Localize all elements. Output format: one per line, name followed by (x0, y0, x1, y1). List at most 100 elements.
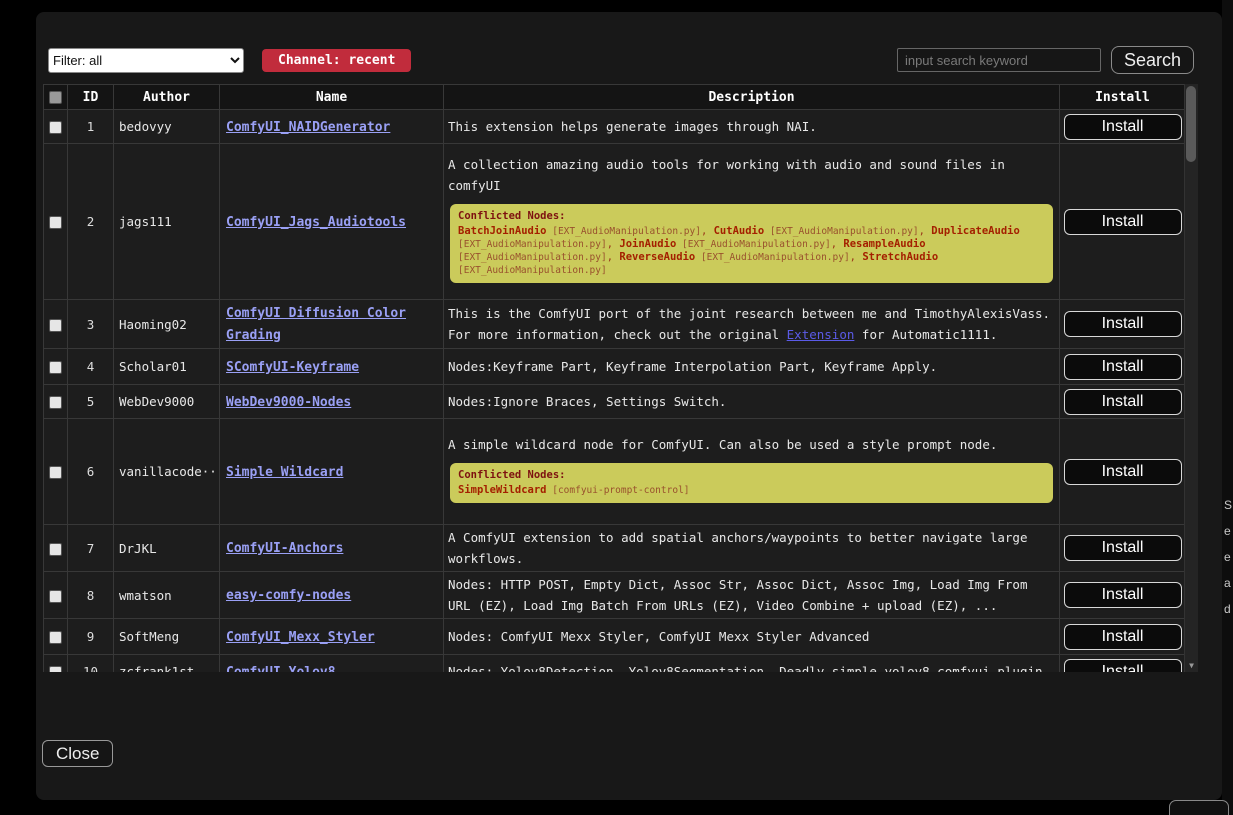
row-install-cell: Install (1060, 110, 1186, 144)
install-button[interactable]: Install (1064, 389, 1182, 415)
row-name-cell: ComfyUI_Jags_Audiotools (220, 144, 444, 300)
row-checkbox[interactable] (49, 466, 62, 479)
row-author: zcfrank1st (114, 655, 220, 673)
table-row: 3Haoming02ComfyUI Diffusion Color Gradin… (44, 300, 1186, 349)
node-name-link[interactable]: ComfyUI-Anchors (226, 541, 343, 556)
node-name-link[interactable]: SComfyUI-Keyframe (226, 360, 359, 375)
row-name-cell: easy-comfy-nodes (220, 572, 444, 619)
conflict-node-name: StretchAudio (862, 251, 938, 263)
background-ui-strip: S e e a d (1222, 0, 1233, 815)
conflict-node-name: JoinAudio (619, 238, 676, 250)
row-id: 5 (68, 385, 114, 419)
row-name-cell: ComfyUI_Mexx_Styler (220, 619, 444, 655)
description-text: A ComfyUI extension to add spatial ancho… (448, 527, 1055, 569)
row-checkbox[interactable] (49, 396, 62, 409)
row-checkbox[interactable] (49, 543, 62, 556)
conflict-node-ext: [EXT_AudioManipulation.py] (764, 226, 918, 237)
table-row: 9SoftMeng ComfyUI_Mexx_Styler Nodes: Comfy… (44, 619, 1186, 655)
install-button[interactable]: Install (1064, 354, 1182, 380)
close-button[interactable]: Close (42, 740, 113, 767)
node-name-link[interactable]: easy-comfy-nodes (226, 588, 351, 603)
column-header-name: Name (220, 85, 444, 110)
scroll-down-arrow[interactable]: ▼ (1185, 661, 1198, 671)
background-text-fragment: d (1224, 602, 1231, 616)
search-button[interactable]: Search (1111, 46, 1194, 74)
row-install-cell: Install (1060, 300, 1186, 349)
row-install-cell: Install (1060, 655, 1186, 673)
channel-badge[interactable]: Channel: recent (262, 49, 411, 72)
toolbar: Filter: all Channel: recent Search (48, 45, 1194, 75)
table-header-row: ID Author Name Description Install (44, 85, 1186, 110)
row-install-cell: Install (1060, 619, 1186, 655)
row-install-cell: Install (1060, 572, 1186, 619)
install-button[interactable]: Install (1064, 209, 1182, 235)
description-text: Nodes:Keyframe Part, Keyframe Interpolat… (448, 356, 1055, 377)
row-id: 9 (68, 619, 114, 655)
install-button[interactable]: Install (1064, 659, 1182, 673)
node-name-link[interactable]: ComfyUI_Jags_Audiotools (226, 215, 406, 230)
node-name-link[interactable]: WebDev9000-Nodes (226, 395, 351, 410)
column-header-id: ID (68, 85, 114, 110)
table-row: 8wmatsoneasy-comfy-nodesNodes: HTTP POST… (44, 572, 1186, 619)
install-button[interactable]: Install (1064, 114, 1182, 140)
node-name-link[interactable]: Simple Wildcard (226, 465, 343, 480)
row-checkbox[interactable] (49, 361, 62, 374)
row-id: 2 (68, 144, 114, 300)
row-name-cell: Simple Wildcard (220, 419, 444, 525)
node-name-link[interactable]: ComfyUI Diffusion Color Grading (226, 306, 406, 343)
background-partial-button (1169, 800, 1229, 815)
row-checkbox[interactable] (49, 121, 62, 134)
search-input[interactable] (897, 48, 1101, 72)
conflicted-nodes-title: Conflicted Nodes: (458, 469, 1045, 482)
row-checkbox-cell (44, 525, 68, 572)
table-row: 2jags111ComfyUI_Jags_AudiotoolsA collect… (44, 144, 1186, 300)
column-header-checkbox (44, 85, 68, 110)
background-text-fragment: S (1224, 498, 1232, 512)
node-name-link[interactable]: ComfyUI Yolov8 (226, 665, 336, 673)
background-text-fragment: a (1224, 576, 1231, 590)
row-description: Nodes:Ignore Braces, Settings Switch. (444, 385, 1060, 419)
row-checkbox-cell (44, 619, 68, 655)
row-author: WebDev9000 (114, 385, 220, 419)
description-text: Nodes: ComfyUI Mexx Styler, ComfyUI Mexx… (448, 626, 1055, 647)
filter-select[interactable]: Filter: all (48, 48, 244, 73)
install-button[interactable]: Install (1064, 459, 1182, 485)
install-button[interactable]: Install (1064, 624, 1182, 650)
conflict-node-name: CutAudio (714, 225, 765, 237)
row-name-cell: ComfyUI-Anchors (220, 525, 444, 572)
row-author: SoftMeng (114, 619, 220, 655)
row-checkbox-cell (44, 110, 68, 144)
row-author: DrJKL (114, 525, 220, 572)
row-description: A simple wildcard node for ComfyUI. Can … (444, 419, 1060, 525)
row-install-cell: Install (1060, 385, 1186, 419)
row-checkbox[interactable] (49, 216, 62, 229)
row-id: 6 (68, 419, 114, 525)
conflict-node-ext: [EXT_AudioManipulation.py] (676, 239, 830, 250)
table-row: 6vanillacode··· Simple Wildcard A simple w… (44, 419, 1186, 525)
install-button[interactable]: Install (1064, 311, 1182, 337)
row-author: bedovyy (114, 110, 220, 144)
table-row: 1bedovyyComfyUI_NAIDGeneratorThis extens… (44, 110, 1186, 144)
row-checkbox[interactable] (49, 631, 62, 644)
node-name-link[interactable]: ComfyUI_Mexx_Styler (226, 630, 375, 645)
description-link[interactable]: Extension (787, 327, 855, 342)
row-id: 10 (68, 655, 114, 673)
install-button[interactable]: Install (1064, 582, 1182, 608)
description-text: A simple wildcard node for ComfyUI. Can … (448, 434, 1055, 455)
select-all-checkbox[interactable] (49, 91, 62, 104)
row-description: Nodes: Yolov8Detection, Yolov8Segmentati… (444, 655, 1060, 673)
table-scrollbar[interactable]: ▼ (1184, 84, 1198, 672)
node-name-link[interactable]: ComfyUI_NAIDGenerator (226, 120, 390, 135)
conflict-node-ext: [EXT_AudioManipulation.py] (458, 252, 607, 263)
conflict-node-name: SimpleWildcard (458, 484, 547, 496)
conflicted-nodes-list: SimpleWildcard [comfyui-prompt-control] (458, 484, 1045, 497)
row-checkbox[interactable] (49, 666, 62, 672)
row-author: Scholar01 (114, 349, 220, 385)
conflict-node-ext: [EXT_AudioManipulation.py] (547, 226, 701, 237)
row-checkbox[interactable] (49, 590, 62, 603)
scrollbar-thumb[interactable] (1186, 86, 1196, 162)
row-id: 7 (68, 525, 114, 572)
row-checkbox[interactable] (49, 319, 62, 332)
row-author: vanillacode··· (114, 419, 220, 525)
install-button[interactable]: Install (1064, 535, 1182, 561)
